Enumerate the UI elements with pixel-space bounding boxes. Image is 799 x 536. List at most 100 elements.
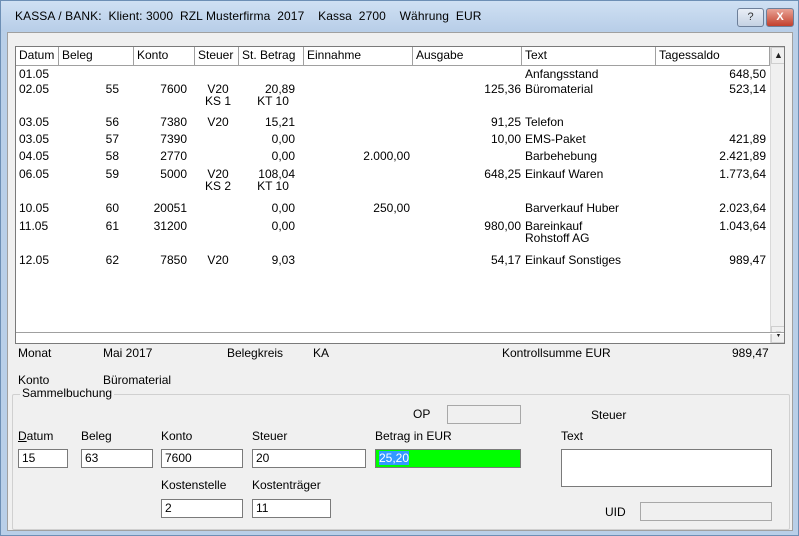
table-cell-ausgabe: 648,25	[484, 167, 521, 181]
table-cell-beleg: 60	[105, 201, 119, 215]
table-cell-st-betrag2: KT 10	[257, 94, 289, 108]
table-cell-saldo: 1.043,64	[719, 219, 766, 233]
table-cell-konto: 7850	[160, 253, 187, 267]
table-cell-beleg: 62	[105, 253, 119, 267]
table-cell-datum: 03.05	[19, 115, 50, 129]
table-cell-konto: 31200	[153, 219, 187, 233]
steuer-field-label: Steuer	[252, 429, 288, 443]
close-button[interactable]: X	[766, 8, 794, 27]
beleg-label: Beleg	[81, 429, 112, 443]
konto-input[interactable]: 7600	[161, 449, 243, 468]
table-cell-einnahme: 250,00	[373, 201, 410, 215]
monat-value: Mai 2017	[103, 346, 153, 360]
column-header-st-betrag[interactable]: St. Betrag	[239, 47, 304, 66]
table-cell-ausgabe: 54,17	[490, 253, 521, 267]
table-cell-saldo: 989,47	[729, 253, 766, 267]
table-cell-konto: 7600	[160, 82, 187, 96]
column-header-steuer[interactable]: Steuer	[195, 47, 239, 66]
table-cell-st-betrag: 0,00	[271, 132, 295, 146]
datum-label-hotkey: D	[18, 429, 27, 443]
table-cell-steuer2: KS 2	[204, 179, 231, 193]
table-cell-beleg: 55	[105, 82, 119, 96]
table-cell-ausgabe: 10,00	[490, 132, 521, 146]
table-cell-datum: 12.05	[19, 253, 50, 267]
betrag-label: Betrag in EUR	[375, 429, 452, 443]
table-cell-saldo: 523,14	[729, 82, 766, 96]
table-cell-text: Einkauf Sonstiges	[525, 253, 622, 267]
table-cell-ausgabe: 125,36	[484, 82, 521, 96]
column-header-tagessaldo[interactable]: Tagessaldo	[656, 47, 770, 66]
help-button[interactable]: ?	[737, 8, 764, 27]
scroll-up-arrow-icon[interactable]: ▲	[771, 47, 784, 64]
datum-label-rest: atum	[26, 429, 54, 443]
table-cell-konto: 5000	[160, 167, 187, 181]
uid-field	[640, 502, 772, 521]
table-cell-konto: 2770	[160, 149, 187, 163]
table-cell-st-betrag: 15,21	[264, 115, 295, 129]
column-header-beleg[interactable]: Beleg	[59, 47, 134, 66]
table-cell-beleg: 58	[105, 149, 119, 163]
text-input[interactable]	[561, 449, 772, 487]
table-cell-saldo: 1.773,64	[719, 167, 766, 181]
steuer-input[interactable]: 20	[252, 449, 366, 468]
op-label: OP	[413, 407, 431, 421]
column-header-datum[interactable]: Datum	[16, 47, 59, 66]
table-cell-beleg: 59	[105, 167, 119, 181]
table-cell-einnahme: 2.000,00	[363, 149, 410, 163]
table-cell-konto: 20051	[153, 201, 187, 215]
table-cell-st-betrag: 0,00	[271, 201, 295, 215]
konto-label: Konto	[18, 373, 50, 387]
column-header-ausgabe[interactable]: Ausgabe	[413, 47, 522, 66]
column-header-einnahme[interactable]: Einnahme	[304, 47, 413, 66]
table-cell-datum: 04.05	[19, 149, 50, 163]
kontrollsumme-label: Kontrollsumme EUR	[502, 346, 611, 360]
kostenstelle-label: Kostenstelle	[161, 478, 227, 492]
column-header-konto[interactable]: Konto	[134, 47, 195, 66]
kostentraeger-label: Kostenträger	[252, 478, 321, 492]
kostentraeger-input[interactable]: 11	[252, 499, 331, 518]
betrag-input[interactable]: 25,20	[375, 449, 521, 468]
title-bar[interactable]: KASSA / BANK: Klient: 3000 RZL Musterfir…	[1, 1, 798, 31]
window-title: KASSA / BANK: Klient: 3000 RZL Musterfir…	[15, 9, 482, 23]
table-cell-beleg: 57	[105, 132, 119, 146]
table-cell-steuer: V20	[207, 253, 229, 267]
table-cell-datum: 06.05	[19, 167, 50, 181]
kontrollsumme-value: 989,47	[732, 346, 769, 360]
table-cell-steuer2: KS 1	[204, 94, 231, 108]
table-cell-st-betrag: 0,00	[271, 219, 295, 233]
uid-label: UID	[605, 505, 626, 519]
table-cell-text: Büromaterial	[525, 82, 594, 96]
konto-field-label: Konto	[161, 429, 193, 443]
table-cell-text: Barverkauf Huber	[525, 201, 620, 215]
konto-name-value: Büromaterial	[103, 373, 172, 387]
table-cell-datum: 11.05	[19, 219, 49, 233]
table-cell-st-betrag2: KT 10	[257, 179, 289, 193]
belegkreis-label: Belegkreis	[227, 346, 284, 360]
vertical-scrollbar[interactable]: ▲ ▼	[770, 47, 784, 343]
table-cell-steuer: V20	[207, 115, 229, 129]
datum-input[interactable]: 15	[18, 449, 68, 468]
table-cell-text: EMS-Paket	[525, 132, 586, 146]
op-field	[447, 405, 521, 424]
kostenstelle-input[interactable]: 2	[161, 499, 243, 518]
table-cell-datum: 01.05	[19, 67, 50, 81]
bookings-table[interactable]: Datum Beleg Konto Steuer St. Betrag Einn…	[15, 46, 785, 344]
steuer-info-label: Steuer	[591, 408, 627, 422]
datum-label: Datum	[18, 429, 53, 443]
table-cell-saldo: 2.421,89	[719, 149, 766, 163]
column-header-text[interactable]: Text	[522, 47, 656, 66]
table-bottom-separator	[16, 332, 784, 334]
table-cell-st-betrag: 0,00	[271, 149, 295, 163]
table-cell-text2: Rohstoff AG	[525, 231, 590, 245]
table-cell-datum: 02.05	[19, 82, 50, 96]
scroll-down-arrow-icon[interactable]: ▼	[771, 326, 784, 343]
table-cell-konto: 7380	[160, 115, 187, 129]
table-cell-saldo: 2.023,64	[719, 201, 766, 215]
kassa-bank-window: KASSA / BANK: Klient: 3000 RZL Musterfir…	[0, 0, 799, 536]
table-cell-text: Barbehebung	[525, 149, 598, 163]
table-cell-datum: 10.05	[19, 201, 50, 215]
table-cell-saldo: 421,89	[729, 132, 766, 146]
text-field-label: Text	[561, 429, 584, 443]
beleg-input[interactable]: 63	[81, 449, 153, 468]
betrag-input-value: 25,20	[379, 451, 410, 465]
